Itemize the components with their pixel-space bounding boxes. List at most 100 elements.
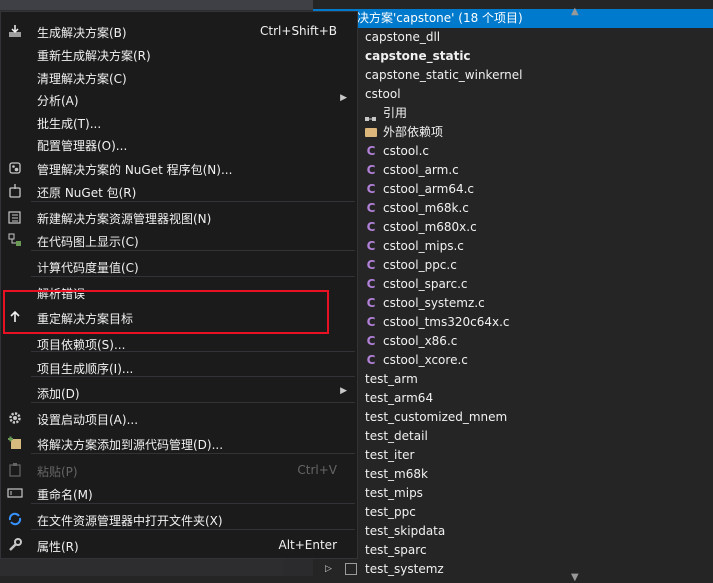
tree-file-node[interactable]: Ccstool_x86.c	[313, 332, 713, 351]
tree-project-node[interactable]: test_arm64	[313, 389, 713, 408]
tree-node-label: cstool_tms320c64x.c	[383, 315, 510, 329]
tree-file-node[interactable]: Ccstool_xcore.c	[313, 351, 713, 370]
menu-item[interactable]: 生成解决方案(B) Ctrl+Shift+B	[1, 20, 357, 42]
menu-item[interactable]: 还原 NuGet 包(R)	[1, 180, 357, 202]
tree-file-node[interactable]: Ccstool_m680x.c	[313, 218, 713, 237]
menu-item[interactable]: 在文件资源管理器中打开文件夹(X)	[1, 508, 357, 530]
tree-project-node[interactable]: test_arm	[313, 370, 713, 389]
tree-node-label: test_iter	[365, 448, 415, 462]
tree-project-node[interactable]: test_ppc	[313, 503, 713, 522]
tree-project-node[interactable]: test_iter	[313, 446, 713, 465]
tree-node-label: cstool_mips.c	[383, 239, 464, 253]
tree-node-label: capstone_dll	[365, 30, 441, 44]
tree-external-deps-node[interactable]: 外部依赖项	[313, 123, 713, 142]
tree-file-node[interactable]: Ccstool_m68k.c	[313, 199, 713, 218]
menu-item[interactable]: 项目依赖项(S)...	[1, 332, 357, 354]
tree-project-node[interactable]: ▷ test_systemz	[313, 560, 713, 579]
tree-node-label: capstone_static_winkernel	[365, 68, 523, 82]
tree-node-label: test_mips	[365, 486, 423, 500]
c-file-icon: C	[366, 144, 376, 158]
c-file-icon: C	[366, 334, 376, 348]
c-file-icon: C	[366, 315, 376, 329]
menu-item[interactable]: 管理解决方案的 NuGet 程序包(N)...	[1, 157, 357, 179]
tree-node-label: 解决方案'capstone' (18 个项目)	[345, 11, 523, 25]
tree-node-label: cstool.c	[383, 144, 429, 158]
scroll-up-icon[interactable]: ▲	[571, 6, 579, 17]
menu-item-label: 清理解决方案(C)	[37, 72, 127, 86]
menu-item[interactable]: 重新生成解决方案(R)	[1, 43, 357, 65]
tree-node-label: cstool_systemz.c	[383, 296, 485, 310]
tree-file-node[interactable]: Ccstool_sparc.c	[313, 275, 713, 294]
menu-item[interactable]: 将解决方案添加到源代码管理(D)...	[1, 432, 357, 454]
c-file-icon: C	[366, 220, 376, 234]
menu-item[interactable]: 属性(R) Alt+Enter	[1, 534, 357, 556]
tree-project-node[interactable]: capstone_static_winkernel	[313, 66, 713, 85]
annotation-highlight-box	[3, 290, 329, 334]
menu-item: 粘贴(P) Ctrl+V	[1, 459, 357, 481]
menu-item-label: 在代码图上显示(C)	[37, 235, 139, 249]
tree-node-label: test_arm64	[365, 391, 434, 405]
tree-node-label: cstool	[365, 87, 401, 101]
tree-file-node[interactable]: Ccstool_ppc.c	[313, 256, 713, 275]
tree-project-node[interactable]: test_sparc	[313, 541, 713, 560]
tree-project-node[interactable]: capstone_dll	[313, 28, 713, 47]
menu-item-label: 项目依赖项(S)...	[37, 338, 126, 352]
expand-arrow-icon[interactable]: ▷	[325, 560, 332, 579]
solution-explorer: 解决方案'capstone' (18 个项目) capstone_dllcapst…	[313, 0, 713, 576]
tree-references-node[interactable]: 引用	[313, 104, 713, 123]
tree-file-node[interactable]: Ccstool_systemz.c	[313, 294, 713, 313]
tree-file-node[interactable]: Ccstool.c	[313, 142, 713, 161]
submenu-arrow-icon: ▶	[340, 93, 347, 103]
menu-item[interactable]: 在代码图上显示(C)	[1, 229, 357, 251]
code-map-icon	[7, 232, 23, 248]
tree-solution-node[interactable]: 解决方案'capstone' (18 个项目)	[313, 9, 713, 28]
menu-item[interactable]: 计算代码度量值(C)	[1, 255, 357, 277]
tree-file-node[interactable]: Ccstool_arm.c	[313, 161, 713, 180]
nuget-icon	[7, 160, 23, 176]
c-file-icon: C	[366, 277, 376, 291]
menu-item-label: 设置启动项目(A)...	[37, 413, 139, 427]
menu-item-label: 重新生成解决方案(R)	[37, 49, 151, 63]
c-file-icon: C	[366, 353, 376, 367]
menu-item[interactable]: 添加(D) ▶	[1, 381, 357, 403]
tree-project-node[interactable]: capstone_static	[313, 47, 713, 66]
menu-item-label: 属性(R)	[37, 540, 79, 554]
tree-node-label: cstool_arm.c	[383, 163, 459, 177]
submenu-arrow-icon: ▶	[340, 386, 347, 396]
gear-icon	[7, 410, 23, 426]
menu-item-label: 分析(A)	[37, 94, 79, 108]
menu-item-label: 添加(D)	[37, 387, 80, 401]
tree-file-node[interactable]: Ccstool_tms320c64x.c	[313, 313, 713, 332]
tree-project-node[interactable]: test_mips	[313, 484, 713, 503]
menu-item[interactable]: 分析(A) ▶	[1, 88, 357, 110]
scroll-down-icon[interactable]: ▼	[571, 572, 579, 583]
menu-item-label: 在文件资源管理器中打开文件夹(X)	[37, 514, 223, 528]
tree-file-node[interactable]: Ccstool_mips.c	[313, 237, 713, 256]
rename-icon	[7, 485, 23, 501]
menu-item[interactable]: 配置管理器(O)...	[1, 133, 357, 155]
tree-node-label: test_detail	[365, 429, 428, 443]
menu-item[interactable]: 项目生成顺序(I)...	[1, 356, 357, 378]
tree-node-label: cstool_arm64.c	[383, 182, 475, 196]
tree-node-label: test_systemz	[365, 562, 444, 576]
menu-item-label: 还原 NuGet 包(R)	[37, 186, 137, 200]
tree-project-node[interactable]: cstool	[313, 85, 713, 104]
menu-item[interactable]: 设置启动项目(A)...	[1, 407, 357, 429]
tree-node-label: test_m68k	[365, 467, 428, 481]
tree-project-node[interactable]: test_skipdata	[313, 522, 713, 541]
tree-project-node[interactable]: test_m68k	[313, 465, 713, 484]
tree-project-node[interactable]: test_customized_mnem	[313, 408, 713, 427]
menu-item-label: 配置管理器(O)...	[37, 139, 128, 153]
wrench-icon	[7, 537, 23, 553]
menu-item-shortcut: Ctrl+V	[297, 463, 337, 477]
project-icon	[345, 563, 357, 575]
menu-item[interactable]: 重命名(M)	[1, 482, 357, 504]
tree-file-node[interactable]: Ccstool_arm64.c	[313, 180, 713, 199]
menu-item[interactable]: 批生成(T)...	[1, 111, 357, 133]
menu-item[interactable]: 清理解决方案(C)	[1, 66, 357, 88]
menu-item-shortcut: Ctrl+Shift+B	[260, 24, 337, 38]
c-file-icon: C	[366, 201, 376, 215]
tree-project-node[interactable]: test_detail	[313, 427, 713, 446]
editor-tab-strip	[0, 0, 313, 10]
menu-item[interactable]: 新建解决方案资源管理器视图(N)	[1, 206, 357, 228]
